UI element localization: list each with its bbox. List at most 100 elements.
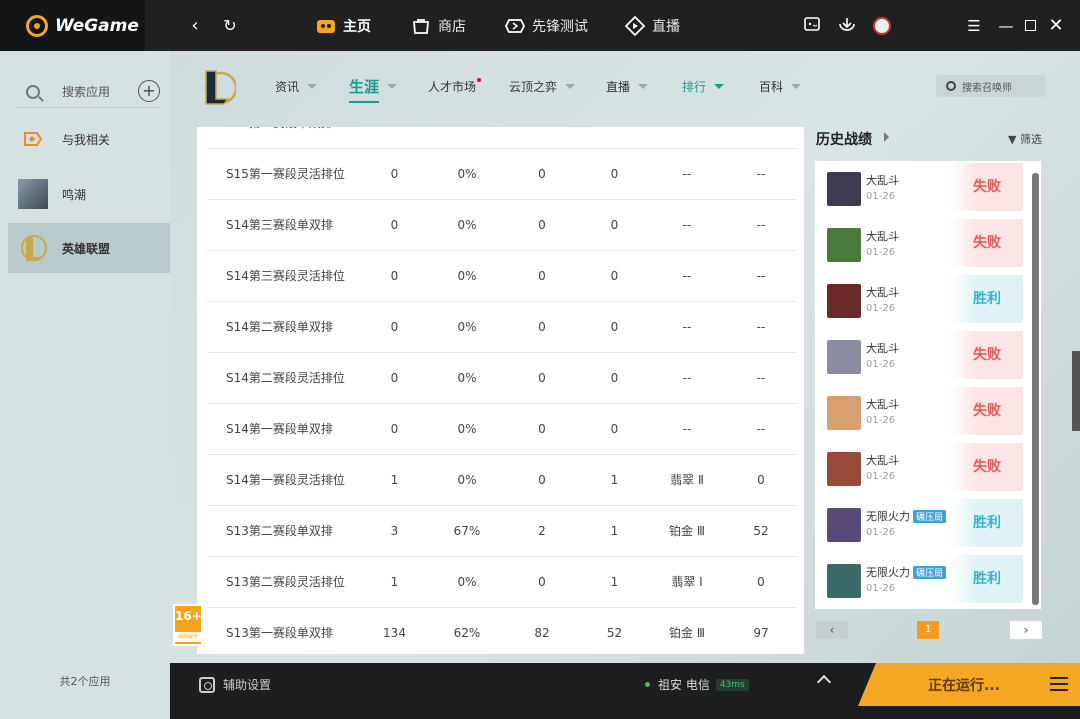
sidebar-item-related[interactable]: 与我相关 <box>8 114 170 164</box>
maximize-icon <box>1024 20 1036 31</box>
match-result: 胜利 <box>951 499 1023 547</box>
table-cell: S14第二赛段灵活排位 <box>226 371 345 385</box>
table-row: S14第三赛段单双排 0 0% 0 0 -- -- <box>207 200 796 251</box>
home-icon <box>315 15 337 37</box>
title-bar: WeGame ‹ ↻ 主页 商店 先锋测试 直播 ☰ — ✕ <box>0 0 1080 51</box>
table-row: S14第一赛段单双排 0 0% 0 0 -- -- <box>207 404 796 455</box>
nav-live-label: 直播 <box>652 18 680 35</box>
table-cell: 翡翠 Ⅰ <box>671 575 703 589</box>
match-result: 胜利 <box>951 275 1023 323</box>
refresh-button[interactable]: ↻ <box>218 0 242 51</box>
summoner-search-input[interactable]: 搜索召唤师 <box>962 79 1012 94</box>
table-cell: 0 <box>538 167 546 181</box>
sidebar-item-label: 英雄联盟 <box>62 241 111 256</box>
table-cell: S13第二赛段灵活排位 <box>226 575 345 589</box>
app-search-input[interactable]: 搜索应用 <box>62 83 110 100</box>
match-mode-text: 无限火力 <box>866 510 910 523</box>
nav-store[interactable]: 商店 <box>410 0 466 51</box>
prev-page-button[interactable]: ‹ <box>816 621 848 639</box>
table-cell: 1 <box>390 575 399 589</box>
match-mode: 大乱斗 <box>866 340 899 356</box>
champion-avatar <box>827 564 861 598</box>
tab-ranking[interactable]: 排行 <box>682 78 725 95</box>
tab-wiki[interactable]: 百科 <box>759 78 802 95</box>
match-result: 失败 <box>951 443 1023 491</box>
add-app-button[interactable]: + <box>138 80 160 102</box>
match-result: 失败 <box>951 219 1023 267</box>
tab-news[interactable]: 资讯 <box>275 78 318 95</box>
app-search[interactable]: 搜索应用 + <box>16 76 160 108</box>
table-cell: 0% <box>457 575 477 589</box>
table-cell: 0 <box>610 371 619 385</box>
tab-talent-market-text: 人才市场 <box>428 80 477 94</box>
filter-button[interactable]: ▼ 筛选 <box>1008 131 1042 147</box>
match-item[interactable]: 无限火力 碾压局 01-26 胜利 <box>815 555 1023 607</box>
chevron-up-icon[interactable] <box>816 674 832 690</box>
nav-home[interactable]: 主页 <box>315 0 371 51</box>
tab-tft[interactable]: 云顶之弈 <box>509 78 576 95</box>
assist-settings-button[interactable]: 辅助设置 <box>199 663 271 706</box>
table-row: S15第一赛段灵活排位 0 0% 0 0 -- -- <box>207 149 796 200</box>
wegame-logo[interactable]: WeGame <box>0 0 145 51</box>
table-cell: 0 <box>610 422 619 436</box>
table-cell: S14第一赛段单双排 <box>226 422 333 436</box>
sidebar-item-lol[interactable]: 英雄联盟 <box>8 223 170 273</box>
tab-live-label: 直播 <box>606 80 631 94</box>
match-item[interactable]: 无限火力 碾压局 01-26 胜利 <box>815 499 1023 551</box>
server-selector[interactable]: 祖安 电信 43ms <box>645 663 749 706</box>
match-mode: 无限火力 碾压局 <box>866 508 947 524</box>
user-avatar-button[interactable] <box>866 0 898 51</box>
tab-talent-market[interactable]: 人才市场 <box>428 78 482 95</box>
logo-text: WeGame <box>55 15 139 36</box>
download-button[interactable] <box>831 0 863 51</box>
page-number[interactable]: 1 <box>917 621 939 639</box>
table-cell: 0% <box>457 473 477 487</box>
tab-career[interactable]: 生涯 <box>349 76 398 103</box>
table-cell: S14第一赛段灵活排位 <box>226 473 345 487</box>
nav-live[interactable]: 直播 <box>624 0 680 51</box>
back-button[interactable]: ‹ <box>183 0 207 51</box>
window-scrollbar[interactable] <box>1072 351 1080 431</box>
match-item[interactable]: 大乱斗 01-26 失败 <box>815 387 1023 439</box>
match-item[interactable]: 大乱斗 01-26 失败 <box>815 331 1023 383</box>
table-cell: 52 <box>753 524 769 538</box>
summoner-search[interactable]: 搜索召唤师 <box>936 75 1046 97</box>
next-page-button[interactable]: › <box>1010 621 1042 639</box>
table-cell: 52 <box>606 626 623 640</box>
match-item[interactable]: 大乱斗 01-26 失败 <box>815 219 1023 271</box>
close-button[interactable]: ✕ <box>1040 0 1072 51</box>
chevron-down-icon <box>565 84 576 89</box>
menu-button[interactable]: ☰ <box>958 0 990 51</box>
menu-icon: ☰ <box>967 16 981 35</box>
crush-badge: 碾压局 <box>913 566 947 579</box>
match-date: 01-26 <box>866 247 896 258</box>
table-cell: 0% <box>457 320 477 334</box>
history-scrollbar[interactable] <box>1032 173 1039 605</box>
nav-pioneer-test[interactable]: 先锋测试 <box>504 0 588 51</box>
table-cell: 0 <box>538 473 546 487</box>
running-button[interactable]: 正在运行... <box>858 663 1080 706</box>
match-date: 01-26 <box>866 471 896 482</box>
table-cell: 3 <box>390 524 399 538</box>
crush-badge: 碾压局 <box>913 510 947 523</box>
table-cell: -- <box>756 320 766 334</box>
tab-live[interactable]: 直播 <box>606 78 649 95</box>
sidebar-item-wuthering-waves[interactable]: 鸣潮 <box>8 169 170 219</box>
history-title[interactable]: 历史战绩 <box>816 129 872 149</box>
table-row: S13第一赛段单双排 134 62% 82 52 铂金 Ⅲ 97 <box>207 608 796 654</box>
chevron-right-icon[interactable] <box>884 132 889 142</box>
table-row: S13第二赛段单双排 3 67% 2 1 铂金 Ⅲ 52 <box>207 506 796 557</box>
mini-game-button[interactable] <box>796 0 828 51</box>
table-cell: 翡翠 Ⅱ <box>670 473 704 487</box>
menu-icon[interactable] <box>1050 677 1068 691</box>
table-cell: 0 <box>538 575 546 589</box>
match-mode-text: 大乱斗 <box>866 174 899 187</box>
table-cell: 0 <box>610 218 619 232</box>
match-item[interactable]: 大乱斗 01-26 胜利 <box>815 275 1023 327</box>
sidebar-item-label: 鸣潮 <box>62 187 87 202</box>
match-item[interactable]: 大乱斗 01-26 失败 <box>815 443 1023 495</box>
live-icon <box>624 15 646 37</box>
table-cell: 0 <box>390 218 399 232</box>
notification-dot <box>477 78 482 82</box>
match-item[interactable]: 大乱斗 01-26 失败 <box>815 163 1023 215</box>
